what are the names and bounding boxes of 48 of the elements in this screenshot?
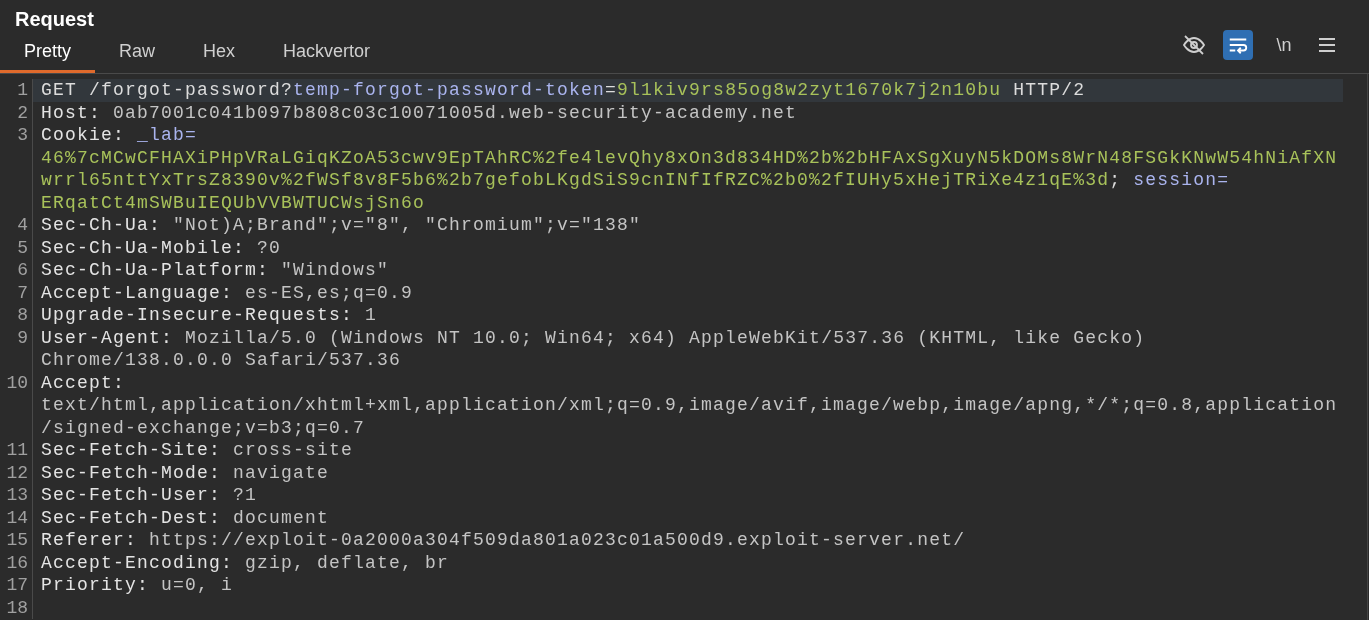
code-line: Priority: u=0, i: [41, 574, 234, 597]
line-number: 13: [6, 485, 28, 505]
code-line: Sec-Ch-Ua-Platform: "Windows": [41, 259, 390, 282]
line-number: 1: [17, 80, 28, 100]
line-number: 18: [6, 597, 28, 618]
line-number: 14: [6, 507, 28, 528]
tab[interactable]: Pretty: [0, 33, 95, 73]
code-line: GET /forgot-password?temp-forgot-password-token=9l1kiv9rs85og8w2zyt1670k7j2n10bu HTTP/2: [41, 79, 1086, 102]
line-number: 5: [17, 237, 28, 258]
code-line: 46%7cMCwCFHAXiPHpVRaLGiqKZoA53cwv9EpTAhRC%2fe4levQhy8xOn3d834HD%2b%2bHFAxSgXuyN5kDOMs8WrN48FSGkKNwW54hNiAfXN: [41, 146, 1338, 169]
panel-title: Request: [15, 8, 94, 30]
line-number: 15: [6, 530, 28, 550]
line-number: 10: [6, 372, 28, 393]
code-line: Accept:: [41, 371, 125, 394]
line-number: 12: [6, 462, 28, 483]
line-number: 7: [17, 282, 28, 303]
code-line: User-Agent: Mozilla/5.0 (Windows NT 10.0; Win64; x64) AppleWebKit/537.36 (KHTML, like Gecko): [41, 326, 1146, 349]
line-number: 8: [17, 305, 28, 325]
code-line: Chrome/138.0.0.0 Safari/537.36: [41, 349, 402, 372]
code-line: wrrl65nttYxTrsZ8390v%2fWSf8v8F5b6%2b7gefobLKgdSiS9cnINfIfRZC%2b0%2fIUHy5xHejTRiXe4z1qE%3d; session=: [41, 169, 1230, 192]
code-line: Sec-Fetch-User: ?1: [41, 484, 258, 507]
line-number: 16: [6, 552, 28, 573]
code-line: Accept-Encoding: gzip, deflate, br: [41, 551, 450, 574]
code-line: Accept-Language: es-ES,es;q=0.9: [41, 281, 414, 304]
wrap-icon[interactable]: [1223, 30, 1253, 60]
line-number: 4: [17, 215, 28, 235]
tab[interactable]: Raw: [95, 33, 180, 73]
code-line: Upgrade-Insecure-Requests: 1: [41, 304, 378, 327]
line-number: 2: [17, 102, 28, 123]
line-number: 3: [17, 125, 28, 145]
code-line: Sec-Fetch-Mode: navigate: [41, 461, 330, 484]
tab[interactable]: Hex: [179, 33, 260, 73]
code-line: Sec-Ch-Ua: "Not)A;Brand";v="8", "Chromium";v="138": [41, 214, 642, 237]
code-line: Referer: https://exploit-0a2000a304f509da801a023c01a500d9.exploit-server.net/: [41, 529, 966, 552]
line-number: 17: [6, 575, 28, 595]
line-number: 6: [17, 260, 28, 280]
code-line: /signed-exchange;v=b3;q=0.7: [41, 416, 366, 439]
tab[interactable]: Hackvertor: [259, 33, 395, 73]
code-line: Cookie: _lab=: [41, 124, 198, 147]
code-line: Sec-Fetch-Site: cross-site: [41, 439, 354, 462]
line-number: 11: [6, 440, 28, 460]
code-line: Host: 0ab7001c041b097b808c03c10071005d.web-security-academy.net: [41, 101, 798, 124]
newline-toggle[interactable]: \n: [1267, 30, 1301, 60]
code-line: text/html,application/xhtml+xml,application/xml;q=0.9,image/avif,image/webp,image/apng,*/*;q=0.8,application: [41, 394, 1338, 417]
line-number: 9: [17, 327, 28, 348]
code-line: Sec-Fetch-Dest: document: [41, 506, 330, 529]
code-line: ERqatCt4mSWBuIEQUbVVBWTUCWsjSn6o: [41, 191, 426, 214]
code-line: Sec-Ch-Ua-Mobile: ?0: [41, 236, 282, 259]
